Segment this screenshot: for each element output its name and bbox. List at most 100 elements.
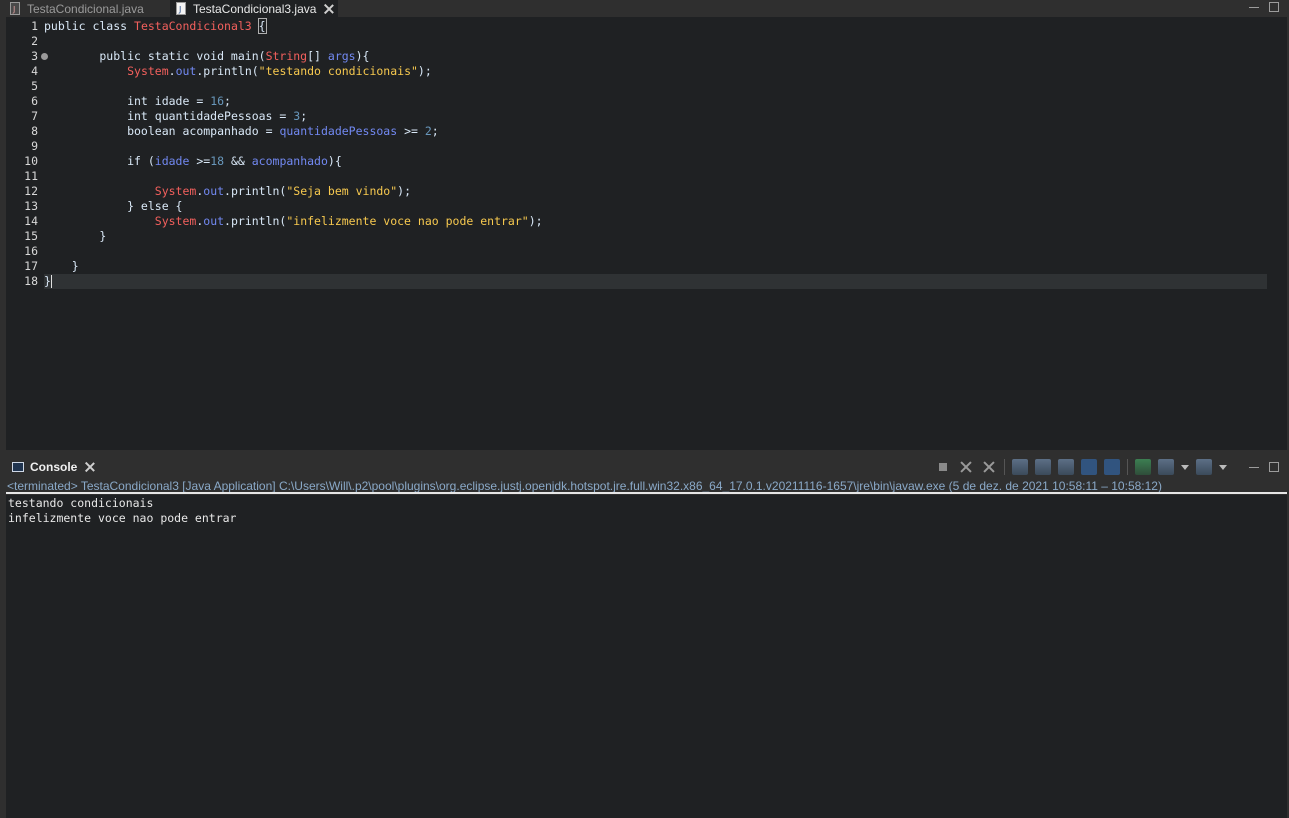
maximize-icon[interactable] — [1269, 462, 1279, 472]
code-token: System — [154, 184, 197, 198]
code-token: boolean — [44, 124, 183, 138]
code-token: ){ — [327, 154, 342, 168]
code-line[interactable]: int quantidadePessoas = 3; — [44, 109, 1287, 124]
console-output-line: infelizmente voce nao pode entrar — [8, 511, 237, 525]
code-token: "testando condicionais" — [258, 64, 418, 78]
code-line[interactable] — [44, 79, 1287, 94]
code-line[interactable]: } — [44, 274, 1267, 289]
chevron-down-icon[interactable] — [1181, 464, 1189, 470]
line-number: 15 — [24, 229, 38, 243]
code-token: int — [44, 94, 155, 108]
code-line[interactable]: System.out.println("Seja bem vindo"); — [44, 184, 1287, 199]
code-line[interactable]: } else { — [44, 199, 1287, 214]
code-token: } — [44, 274, 51, 288]
chevron-down-icon[interactable] — [1219, 464, 1227, 470]
code-token: ){ — [355, 49, 370, 63]
code-token: out — [175, 64, 197, 78]
code-token: TestaCondicional3 — [134, 19, 252, 33]
code-token: . — [168, 64, 176, 78]
console-output-line: testando condicionais — [8, 496, 154, 510]
open-console-icon[interactable] — [1196, 459, 1212, 475]
code-line[interactable]: boolean acompanhado = quantidadePessoas … — [44, 124, 1287, 139]
code-line[interactable] — [44, 139, 1287, 154]
code-line[interactable]: int idade = 16; — [44, 94, 1287, 109]
line-number: 1 — [31, 19, 38, 33]
code-token: public class — [44, 19, 135, 33]
code-token: = — [189, 94, 211, 108]
line-number: 18 — [24, 274, 38, 288]
code-token: ; — [431, 124, 439, 138]
console-tab[interactable]: Console — [6, 456, 95, 477]
terminate-icon[interactable] — [935, 459, 951, 475]
code-token: ); — [417, 64, 432, 78]
text-caret — [50, 275, 52, 288]
remove-all-terminated-icon[interactable] — [981, 459, 997, 475]
code-token: { — [257, 18, 267, 34]
code-line[interactable]: public class TestaCondicional3 { — [44, 18, 1287, 34]
toolbar-separator — [1004, 459, 1005, 475]
editor-tab-testacondicional3[interactable]: J TestaCondicional3.java — [170, 0, 338, 17]
minimize-icon[interactable] — [1249, 0, 1259, 8]
editor-tab-bar: J TestaCondicional.java J TestaCondicion… — [0, 0, 1289, 17]
line-number: 9 — [31, 139, 38, 153]
code-line[interactable] — [44, 244, 1287, 259]
code-line[interactable]: } — [44, 259, 1287, 274]
svg-text:J: J — [178, 5, 181, 14]
scroll-lock-icon[interactable] — [1012, 459, 1028, 475]
minimize-icon[interactable] — [1249, 458, 1259, 468]
monitor-icon[interactable] — [1158, 459, 1174, 475]
code-token: 2 — [424, 124, 432, 138]
svg-text:J: J — [12, 5, 15, 14]
line-number: 3 — [6, 49, 48, 64]
code-token: args — [327, 49, 356, 63]
line-number: 16 — [24, 244, 38, 258]
code-token: quantidadePessoas — [154, 109, 273, 123]
code-line[interactable]: public static void main(String[] args){ — [44, 49, 1287, 64]
editor-tab-label: TestaCondicional.java — [27, 1, 144, 16]
pin-console-icon[interactable] — [1104, 459, 1120, 475]
console-output[interactable]: testando condicionais infelizmente voce … — [6, 495, 1287, 818]
code-token: && — [224, 154, 252, 168]
word-wrap-icon[interactable] — [1035, 459, 1051, 475]
console-window-controls — [1249, 462, 1279, 472]
code-token: "Seja bem vindo" — [286, 184, 398, 198]
maximize-icon[interactable] — [1269, 2, 1279, 12]
editor-tab-testacondicional[interactable]: J TestaCondicional.java — [10, 0, 170, 17]
code-token: .println( — [224, 214, 287, 228]
code-token: 18 — [210, 154, 225, 168]
show-console-on-output-icon[interactable] — [1058, 459, 1074, 475]
code-line[interactable]: System.out.println("infelizmente voce na… — [44, 214, 1287, 229]
code-token: System — [154, 214, 197, 228]
line-number: 7 — [31, 109, 38, 123]
display-selected-console-icon[interactable] — [1135, 459, 1151, 475]
code-line[interactable] — [44, 169, 1287, 184]
code-token: } else { — [44, 199, 183, 213]
line-number: 11 — [24, 169, 38, 183]
show-console-on-error-icon[interactable] — [1081, 459, 1097, 475]
code-token: "infelizmente voce nao pode entrar" — [286, 214, 529, 228]
console-icon — [12, 461, 24, 472]
code-token: out — [203, 214, 225, 228]
code-line[interactable] — [44, 34, 1287, 49]
editor-window-controls — [1249, 2, 1279, 12]
code-token: 16 — [210, 94, 225, 108]
code-line[interactable]: System.out.println("testando condicionai… — [44, 64, 1287, 79]
console-toolbar — [935, 459, 1227, 475]
code-editor[interactable]: 1 2 3 4 5 6 7 8 9 10 11 12 13 14 15 16 17 18 public class… — [6, 17, 1287, 450]
code-line[interactable]: if (idade >=18 && acompanhado){ — [44, 154, 1287, 169]
code-area[interactable]: public class TestaCondicional3 { public … — [44, 18, 1287, 289]
close-console-icon[interactable] — [85, 462, 95, 472]
code-line[interactable]: } — [44, 229, 1287, 244]
remove-launch-icon[interactable] — [958, 459, 974, 475]
close-tab-icon[interactable] — [324, 4, 334, 14]
code-token: ; — [300, 109, 308, 123]
code-token: .println( — [224, 184, 287, 198]
line-number: 17 — [24, 259, 38, 273]
console-tab-label: Console — [30, 459, 78, 474]
code-token: acompanhado — [182, 124, 259, 138]
code-token: System — [127, 64, 169, 78]
code-token: acompanhado — [251, 154, 328, 168]
